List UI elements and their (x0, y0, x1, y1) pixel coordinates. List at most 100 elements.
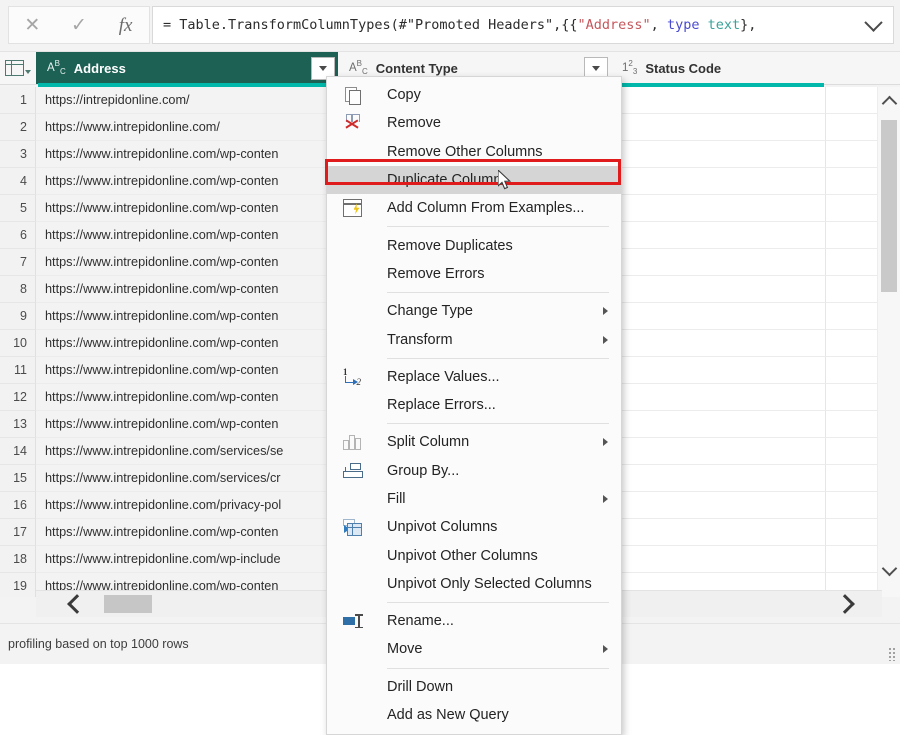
cell-status-code[interactable] (611, 330, 826, 357)
cell-status-code[interactable] (611, 303, 826, 330)
menu-item-label: Transform (387, 331, 453, 348)
menu-item-label: Move (387, 641, 423, 658)
menu-item-remove-errors[interactable]: Remove Errors (327, 260, 621, 288)
menu-item-replace-errors[interactable]: Replace Errors... (327, 391, 621, 419)
menu-item-remove-other-columns[interactable]: Remove Other Columns (327, 138, 621, 166)
cell-status-code[interactable] (611, 492, 826, 519)
menu-item-remove[interactable]: Remove (327, 109, 621, 137)
row-number: 5 (0, 195, 36, 222)
row-number: 2 (0, 114, 36, 141)
vertical-scrollbar-thumb[interactable] (881, 120, 897, 292)
menu-item-unpivot-other-columns[interactable]: Unpivot Other Columns (327, 541, 621, 569)
check-icon[interactable]: ✓ (59, 9, 99, 41)
vertical-scrollbar[interactable] (877, 87, 900, 597)
menu-item-label: Remove Duplicates (387, 237, 513, 254)
cell-status-code[interactable] (611, 195, 826, 222)
menu-item-transform[interactable]: Transform (327, 325, 621, 353)
row-number: 11 (0, 357, 36, 384)
cell-address[interactable]: https://www.intrepidonline.com/wp-conten (36, 384, 338, 411)
cell-status-code[interactable] (611, 384, 826, 411)
cancel-x-icon[interactable]: ✕ (12, 9, 52, 41)
fx-icon[interactable]: fx (106, 9, 146, 41)
chevron-right-icon[interactable] (830, 591, 864, 617)
cell-address[interactable]: https://www.intrepidonline.com/wp-conten (36, 195, 338, 222)
submenu-arrow-icon (603, 307, 608, 316)
cell-status-code[interactable] (611, 114, 826, 141)
chevron-down-icon[interactable] (878, 559, 900, 581)
cell-status-code[interactable] (611, 141, 826, 168)
menu-item-unpivot-only-selected-columns[interactable]: Unpivot Only Selected Columns (327, 570, 621, 598)
chevron-up-icon[interactable] (878, 91, 900, 113)
menu-item-label: Change Type (387, 303, 473, 320)
abc-type-icon: ABC (349, 59, 368, 77)
menu-item-change-type[interactable]: Change Type (327, 297, 621, 325)
cell-address[interactable]: https://www.intrepidonline.com/wp-conten (36, 303, 338, 330)
menu-separator (387, 667, 609, 669)
cell-address[interactable]: https://www.intrepidonline.com/wp-includ… (36, 546, 338, 573)
rename-icon (339, 610, 365, 632)
column-context-menu[interactable]: Copy Remove Remove Other Columns Duplicate … (326, 76, 622, 735)
cell-address[interactable]: https://www.intrepidonline.com/wp-conten (36, 519, 338, 546)
column-header-label: Content Type (375, 60, 458, 76)
table-select-all-icon[interactable] (0, 52, 37, 84)
cell-address[interactable]: https://www.intrepidonline.com/wp-conten (36, 411, 338, 438)
menu-item-move[interactable]: Move (327, 635, 621, 663)
horizontal-scrollbar-thumb[interactable] (104, 595, 152, 613)
cell-status-code[interactable] (611, 222, 826, 249)
submenu-arrow-icon (603, 495, 608, 503)
cell-status-code[interactable] (611, 87, 826, 114)
cell-status-code[interactable] (611, 357, 826, 384)
unpivot-icon (339, 516, 365, 538)
cell-status-code[interactable] (611, 465, 826, 492)
cell-address[interactable]: https://www.intrepidonline.com/services/… (36, 465, 338, 492)
cell-status-code[interactable] (611, 546, 826, 573)
cell-status-code[interactable] (611, 168, 826, 195)
split-column-icon (339, 431, 365, 453)
cell-address[interactable]: https://www.intrepidonline.com/wp-conten (36, 276, 338, 303)
menu-item-group-by[interactable]: Group By... (327, 457, 621, 485)
menu-item-label: Remove Other Columns (387, 143, 543, 160)
power-query-editor-window: ✕ ✓ fx = Table.TransformColumnTypes(#"Pr… (0, 0, 900, 735)
row-number: 12 (0, 384, 36, 411)
chevron-down-icon[interactable] (853, 8, 893, 42)
menu-item-duplicate-column[interactable]: Duplicate Column (327, 165, 621, 195)
column-header-status-code[interactable]: 123 Status Code (611, 52, 826, 84)
cell-address[interactable]: https://www.intrepidonline.com/ (36, 114, 338, 141)
cell-address[interactable]: https://www.intrepidonline.com/wp-conten (36, 168, 338, 195)
cell-address[interactable]: https://www.intrepidonline.com/wp-conten (36, 330, 338, 357)
cell-status-code[interactable] (611, 249, 826, 276)
menu-item-label: Replace Errors... (387, 397, 496, 414)
cell-status-code[interactable] (611, 411, 826, 438)
menu-item-add-as-new-query[interactable]: Add as New Query (327, 701, 621, 729)
menu-item-replace-values[interactable]: 1 2 Replace Values... (327, 363, 621, 391)
menu-item-fill[interactable]: Fill (327, 485, 621, 513)
menu-item-unpivot-columns[interactable]: Unpivot Columns (327, 513, 621, 541)
submenu-arrow-icon (603, 438, 608, 447)
menu-item-remove-duplicates[interactable]: Remove Duplicates (327, 231, 621, 259)
cell-address[interactable]: https://www.intrepidonline.com/privacy-p… (36, 492, 338, 519)
menu-item-label: Group By... (387, 462, 460, 479)
column-header-address[interactable]: ABC Address (36, 52, 338, 84)
menu-item-split-column[interactable]: Split Column (327, 428, 621, 456)
menu-item-label: Drill Down (387, 678, 454, 695)
row-number: 13 (0, 411, 36, 438)
cell-address[interactable]: https://www.intrepidonline.com/wp-conten (36, 357, 338, 384)
resize-grip-icon[interactable] (888, 647, 896, 661)
cell-address[interactable]: https://www.intrepidonline.com/wp-conten (36, 222, 338, 249)
chevron-left-icon[interactable] (58, 591, 92, 617)
menu-item-copy[interactable]: Copy (327, 81, 621, 109)
menu-item-rename[interactable]: Rename... (327, 607, 621, 635)
cell-address[interactable]: https://www.intrepidonline.com/wp-conten (36, 249, 338, 276)
row-number: 15 (0, 465, 36, 492)
cell-address[interactable]: https://www.intrepidonline.com/wp-conten (36, 141, 338, 168)
menu-item-add-column-from-examples[interactable]: Add Column From Examples... (327, 194, 621, 222)
menu-item-label: Duplicate Column (387, 172, 502, 189)
cell-address[interactable]: https://intrepidonline.com/ (36, 87, 338, 114)
cell-status-code[interactable] (611, 276, 826, 303)
cell-status-code[interactable] (611, 438, 826, 465)
formula-suffix: }, (740, 17, 757, 33)
formula-input[interactable]: = Table.TransformColumnTypes(#"Promoted … (152, 6, 894, 44)
cell-status-code[interactable] (611, 519, 826, 546)
menu-item-drill-down[interactable]: Drill Down (327, 673, 621, 701)
cell-address[interactable]: https://www.intrepidonline.com/services/… (36, 438, 338, 465)
